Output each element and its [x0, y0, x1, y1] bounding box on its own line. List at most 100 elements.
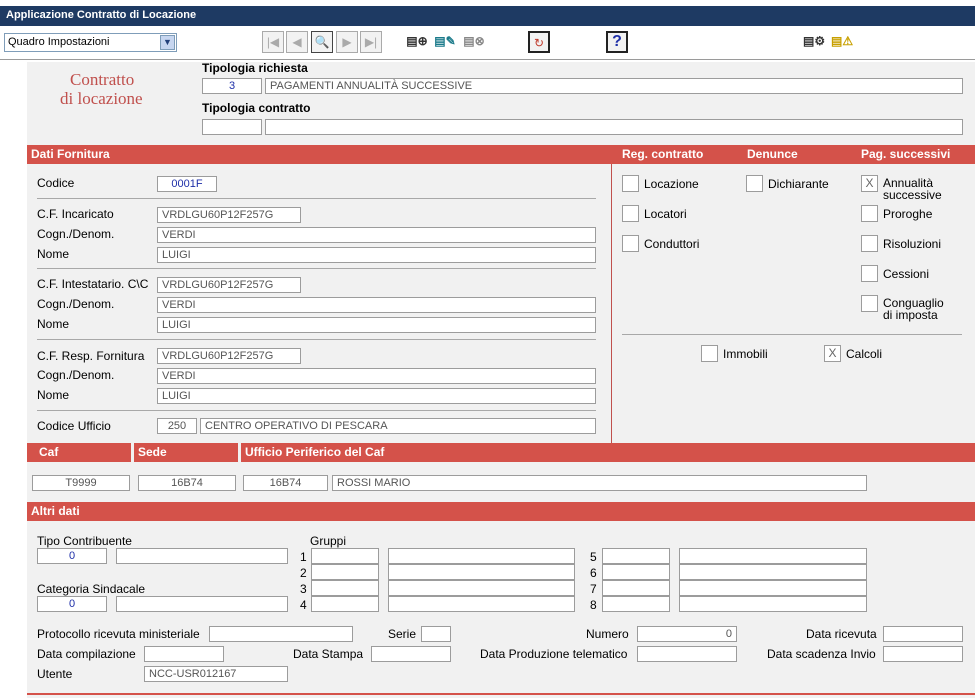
cf-intestatario-field[interactable]: VRDLGU60P12F257G: [157, 277, 301, 293]
numero-label: Numero: [586, 627, 629, 641]
calcoli-checkbox[interactable]: X: [824, 345, 841, 362]
calcoli-label: Calcoli: [846, 347, 883, 361]
numero-field[interactable]: 0: [637, 626, 737, 642]
ufficio-code-field[interactable]: 16B74: [243, 475, 328, 491]
proroghe-checkbox[interactable]: [861, 205, 878, 222]
locazione-checkbox[interactable]: [622, 175, 639, 192]
cf-incaricato-label: C.F. Incaricato: [37, 207, 114, 221]
risoluzioni-checkbox[interactable]: [861, 235, 878, 252]
data-compilazione-field[interactable]: [144, 646, 224, 662]
gruppo-desc-field[interactable]: [679, 548, 867, 564]
annualita-label-line2: successive: [883, 188, 942, 202]
gruppo-desc-field[interactable]: [679, 596, 867, 612]
cf-incaricato-field[interactable]: VRDLGU60P12F257G: [157, 207, 301, 223]
gruppo-code-field[interactable]: [311, 596, 379, 612]
nome1-field[interactable]: LUIGI: [157, 247, 596, 263]
divider: [37, 339, 596, 340]
divider: [622, 334, 962, 335]
conguaglio-checkbox[interactable]: [861, 295, 878, 312]
last-record-icon[interactable]: ▶|: [360, 31, 382, 53]
gruppo-number: 6: [590, 566, 597, 580]
sede-title: Sede: [134, 443, 238, 462]
gruppo-code-field[interactable]: [602, 580, 670, 596]
first-record-icon[interactable]: |◀: [262, 31, 284, 53]
nome2-field[interactable]: LUIGI: [157, 317, 596, 333]
edit-record-icon[interactable]: ▤✎: [434, 31, 456, 53]
conduttori-checkbox[interactable]: [622, 235, 639, 252]
new-record-icon[interactable]: ▤⊕: [406, 31, 428, 53]
tipologia-richiesta-desc[interactable]: PAGAMENTI ANNUALITÀ SUCCESSIVE: [265, 78, 963, 94]
locatori-checkbox[interactable]: [622, 205, 639, 222]
data-ricevuta-label: Data ricevuta: [806, 627, 877, 641]
tipo-contribuente-code[interactable]: 0: [37, 548, 107, 564]
categoria-sindacale-code[interactable]: 0: [37, 596, 107, 612]
gruppo-desc-field[interactable]: [388, 596, 575, 612]
gruppo-desc-field[interactable]: [388, 580, 575, 596]
dichiarante-checkbox[interactable]: [746, 175, 763, 192]
codice-field[interactable]: 0001F: [157, 176, 217, 192]
ufficio-desc-field[interactable]: CENTRO OPERATIVO DI PESCARA: [200, 418, 596, 434]
gruppo-code-field[interactable]: [602, 596, 670, 612]
caf-field[interactable]: T9999: [32, 475, 130, 491]
ufficio-name-field[interactable]: ROSSI MARIO: [332, 475, 867, 491]
tipologia-richiesta-code[interactable]: 3: [202, 78, 262, 94]
previous-record-icon[interactable]: ◀: [286, 31, 308, 53]
cf-intestatario-label: C.F. Intestatario. C\C: [37, 277, 149, 291]
data-compilazione-label: Data compilazione: [37, 647, 136, 661]
sede-field[interactable]: 16B74: [138, 475, 236, 491]
gruppo-desc-field[interactable]: [679, 564, 867, 580]
immobili-checkbox[interactable]: [701, 345, 718, 362]
data-scadenza-field[interactable]: [883, 646, 963, 662]
settings-document-icon[interactable]: ▤⚙: [803, 31, 825, 53]
cognome3-field[interactable]: VERDI: [157, 368, 596, 384]
cognome3-label: Cogn./Denom.: [37, 368, 115, 382]
gruppo-desc-field[interactable]: [388, 564, 575, 580]
tipo-contribuente-desc[interactable]: [116, 548, 288, 564]
cessioni-checkbox[interactable]: [861, 265, 878, 282]
conguaglio-label: Conguaglio di imposta: [883, 297, 944, 321]
bottom-border: [27, 693, 975, 695]
gruppo-number: 3: [300, 582, 307, 596]
tipologia-contratto-desc[interactable]: [265, 119, 963, 135]
window-title: Applicazione Contratto di Locazione: [0, 6, 975, 26]
view-select[interactable]: Quadro Impostazioni ▼: [4, 33, 177, 52]
gruppo-desc-field[interactable]: [679, 580, 867, 596]
data-ricevuta-field[interactable]: [883, 626, 963, 642]
gruppo-number: 5: [590, 550, 597, 564]
nome3-field[interactable]: LUIGI: [157, 388, 596, 404]
altri-dati-title: Altri dati: [27, 502, 975, 521]
gruppo-code-field[interactable]: [311, 580, 379, 596]
codice-label: Codice: [37, 176, 75, 190]
serie-field[interactable]: [421, 626, 451, 642]
next-record-icon[interactable]: ▶: [336, 31, 358, 53]
warning-document-icon[interactable]: ▤⚠: [831, 31, 853, 53]
annualita-checkbox[interactable]: X: [861, 175, 878, 192]
annualita-label: Annualità successive: [883, 177, 942, 201]
utente-field[interactable]: NCC-USR012167: [144, 666, 288, 682]
codice-ufficio-field[interactable]: 250: [157, 418, 197, 434]
nome3-label: Nome: [37, 388, 70, 402]
data-produzione-field[interactable]: [637, 646, 737, 662]
cognome2-field[interactable]: VERDI: [157, 297, 596, 313]
chevron-down-icon[interactable]: ▼: [160, 35, 175, 50]
data-stampa-field[interactable]: [371, 646, 451, 662]
gruppo-code-field[interactable]: [602, 548, 670, 564]
refresh-icon[interactable]: ↻: [528, 31, 550, 53]
gruppo-code-field[interactable]: [311, 564, 379, 580]
cognome2-label: Cogn./Denom.: [37, 297, 115, 311]
delete-record-icon[interactable]: ▤⊗: [463, 31, 485, 53]
nome1-label: Nome: [37, 247, 70, 261]
gruppo-desc-field[interactable]: [388, 548, 575, 564]
search-icon[interactable]: 🔍: [311, 31, 333, 53]
help-icon[interactable]: ?: [606, 31, 628, 53]
gruppo-code-field[interactable]: [311, 548, 379, 564]
cognome1-field[interactable]: VERDI: [157, 227, 596, 243]
protocollo-field[interactable]: [209, 626, 353, 642]
cf-resp-field[interactable]: VRDLGU60P12F257G: [157, 348, 301, 364]
gruppo-code-field[interactable]: [602, 564, 670, 580]
cf-resp-label: C.F. Resp. Fornitura: [37, 349, 145, 363]
tipo-contribuente-label: Tipo Contribuente: [37, 534, 132, 548]
categoria-sindacale-desc[interactable]: [116, 596, 288, 612]
tipologia-contratto-code[interactable]: [202, 119, 262, 135]
ufficio-periferico-title: Ufficio Periferico del Caf: [241, 443, 975, 462]
